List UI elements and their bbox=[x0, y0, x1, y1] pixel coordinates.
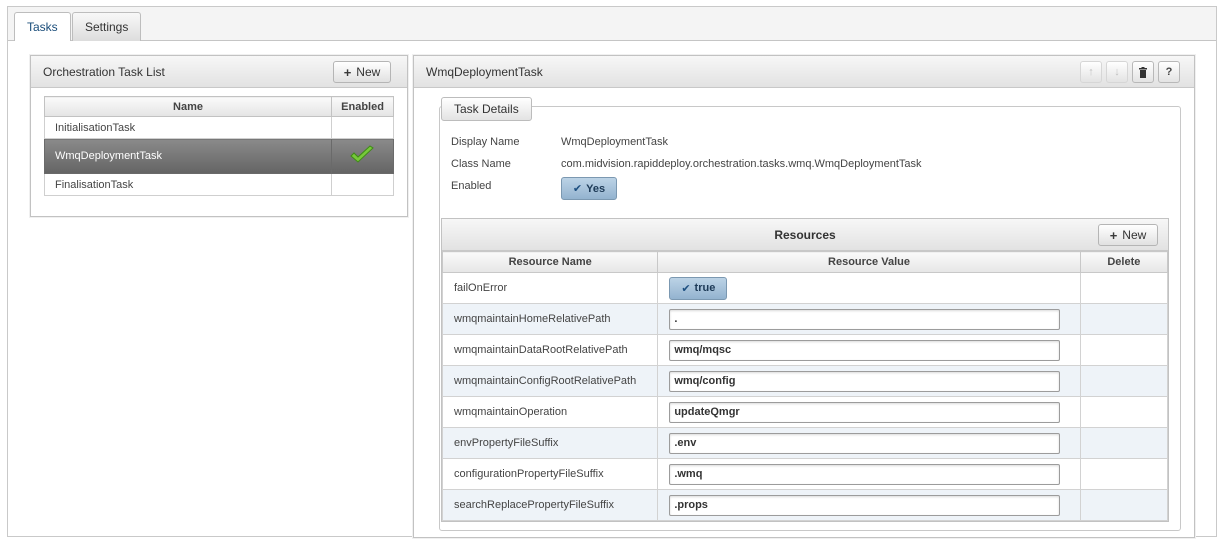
resources-title: Resources bbox=[774, 228, 836, 242]
column-header-enabled[interactable]: Enabled bbox=[331, 96, 394, 117]
display-name-label: Display Name bbox=[451, 136, 520, 148]
resource-name: searchReplacePropertyFileSuffix bbox=[441, 489, 659, 521]
plus-icon: + bbox=[1109, 227, 1118, 243]
new-task-button[interactable]: + New bbox=[333, 61, 391, 83]
task-row-initialisation[interactable]: InitialisationTask bbox=[43, 116, 394, 139]
task-detail-title: WmqDeploymentTask bbox=[426, 65, 543, 79]
column-header-delete[interactable]: Delete bbox=[1079, 251, 1169, 273]
plus-icon: + bbox=[343, 64, 352, 80]
fail-on-error-value: true bbox=[694, 282, 716, 294]
resource-row: wmqmaintainConfigRootRelativePath bbox=[441, 365, 1169, 397]
resource-row: wmqmaintainOperation bbox=[441, 396, 1169, 428]
delete-cell[interactable] bbox=[1079, 334, 1169, 366]
resource-row: failOnError ✔ true bbox=[441, 272, 1169, 304]
class-name-value: com.midvision.rapiddeploy.orchestration.… bbox=[561, 158, 922, 170]
resource-value-cell bbox=[657, 365, 1081, 397]
task-table: Name Enabled InitialisationTask WmqDeplo… bbox=[43, 96, 394, 196]
resources-table: Resource Name Resource Value Delete fail… bbox=[441, 251, 1169, 521]
resource-value-input[interactable] bbox=[669, 339, 1061, 361]
resource-name: envPropertyFileSuffix bbox=[441, 427, 659, 459]
resource-value-cell bbox=[657, 303, 1081, 335]
resource-value-input[interactable] bbox=[669, 401, 1061, 423]
new-resource-button[interactable]: + New bbox=[1098, 224, 1158, 246]
resource-row: wmqmaintainDataRootRelativePath bbox=[441, 334, 1169, 366]
resource-value-cell bbox=[657, 396, 1081, 428]
resource-value-input[interactable] bbox=[669, 494, 1061, 516]
resource-row: wmqmaintainHomeRelativePath bbox=[441, 303, 1169, 335]
delete-cell[interactable] bbox=[1079, 489, 1169, 521]
tab-tasks[interactable]: Tasks bbox=[14, 12, 71, 42]
tab-bar: Tasks Settings bbox=[8, 7, 1216, 42]
trash-icon[interactable] bbox=[1132, 61, 1154, 83]
checkmark-icon: ✔ bbox=[681, 282, 691, 295]
delete-cell[interactable] bbox=[1079, 365, 1169, 397]
task-name[interactable]: InitialisationTask bbox=[43, 116, 333, 139]
resources-header: Resources + New bbox=[442, 219, 1168, 251]
delete-cell[interactable] bbox=[1079, 272, 1169, 304]
resource-name: wmqmaintainConfigRootRelativePath bbox=[441, 365, 659, 397]
task-list-header: Orchestration Task List + New bbox=[31, 56, 407, 88]
task-detail-panel: WmqDeploymentTask ↑ ↓ ? Task Details Dis… bbox=[413, 55, 1195, 538]
resource-value-cell bbox=[657, 427, 1081, 459]
resource-value-input[interactable] bbox=[669, 308, 1061, 330]
enabled-toggle[interactable]: ✔ Yes bbox=[561, 177, 617, 200]
task-detail-header: WmqDeploymentTask ↑ ↓ ? bbox=[414, 56, 1194, 88]
resource-name: failOnError bbox=[441, 272, 659, 304]
enabled-label: Enabled bbox=[451, 180, 492, 192]
resource-row: searchReplacePropertyFileSuffix bbox=[441, 489, 1169, 521]
arrow-up-icon[interactable]: ↑ bbox=[1080, 61, 1102, 83]
resource-value-cell bbox=[657, 489, 1081, 521]
resource-name: wmqmaintainHomeRelativePath bbox=[441, 303, 659, 335]
column-header-resource-value[interactable]: Resource Value bbox=[657, 251, 1081, 273]
display-name-value: WmqDeploymentTask bbox=[561, 136, 668, 148]
app-frame: Tasks Settings Orchestration Task List +… bbox=[7, 6, 1217, 538]
task-enabled-cell bbox=[331, 116, 394, 139]
resource-value-input[interactable] bbox=[669, 432, 1061, 454]
resource-value-input[interactable] bbox=[669, 370, 1061, 392]
resource-value-cell: ✔ true bbox=[657, 272, 1081, 304]
arrow-down-icon[interactable]: ↓ bbox=[1106, 61, 1128, 83]
class-name-label: Class Name bbox=[451, 158, 511, 170]
resource-name: configurationPropertyFileSuffix bbox=[441, 458, 659, 490]
task-name[interactable]: WmqDeploymentTask bbox=[43, 138, 333, 174]
tab-settings[interactable]: Settings bbox=[72, 12, 142, 42]
resource-value-cell bbox=[657, 458, 1081, 490]
delete-cell[interactable] bbox=[1079, 396, 1169, 428]
task-enabled-cell bbox=[331, 138, 394, 174]
delete-cell[interactable] bbox=[1079, 303, 1169, 335]
task-row-wmqdeployment[interactable]: WmqDeploymentTask bbox=[43, 138, 394, 174]
column-header-resource-name[interactable]: Resource Name bbox=[441, 251, 659, 273]
delete-cell[interactable] bbox=[1079, 458, 1169, 490]
tab-content: Orchestration Task List + New Name Enabl… bbox=[8, 41, 1216, 538]
resource-name: wmqmaintainDataRootRelativePath bbox=[441, 334, 659, 366]
fail-on-error-toggle[interactable]: ✔ true bbox=[669, 276, 728, 300]
resource-row: configurationPropertyFileSuffix bbox=[441, 458, 1169, 490]
resource-value-cell bbox=[657, 334, 1081, 366]
task-list-title: Orchestration Task List bbox=[43, 65, 165, 79]
new-task-label: New bbox=[356, 65, 381, 79]
resource-row: envPropertyFileSuffix bbox=[441, 427, 1169, 459]
delete-cell[interactable] bbox=[1079, 427, 1169, 459]
task-list-panel: Orchestration Task List + New Name Enabl… bbox=[30, 55, 408, 217]
resources-panel: Resources + New Resource Name Resource V… bbox=[441, 218, 1169, 522]
task-row-finalisation[interactable]: FinalisationTask bbox=[43, 173, 394, 196]
task-details-legend[interactable]: Task Details bbox=[441, 97, 532, 121]
new-resource-label: New bbox=[1122, 228, 1147, 242]
resource-value-input[interactable] bbox=[669, 463, 1061, 485]
help-icon[interactable]: ? bbox=[1158, 61, 1180, 83]
checkmark-icon: ✔ bbox=[572, 183, 583, 195]
task-name[interactable]: FinalisationTask bbox=[43, 173, 333, 196]
task-enabled-cell bbox=[331, 173, 394, 196]
column-header-name[interactable]: Name bbox=[43, 96, 333, 117]
checkmark-icon bbox=[350, 144, 374, 163]
resource-name: wmqmaintainOperation bbox=[441, 396, 659, 428]
enabled-toggle-label: Yes bbox=[586, 182, 606, 195]
